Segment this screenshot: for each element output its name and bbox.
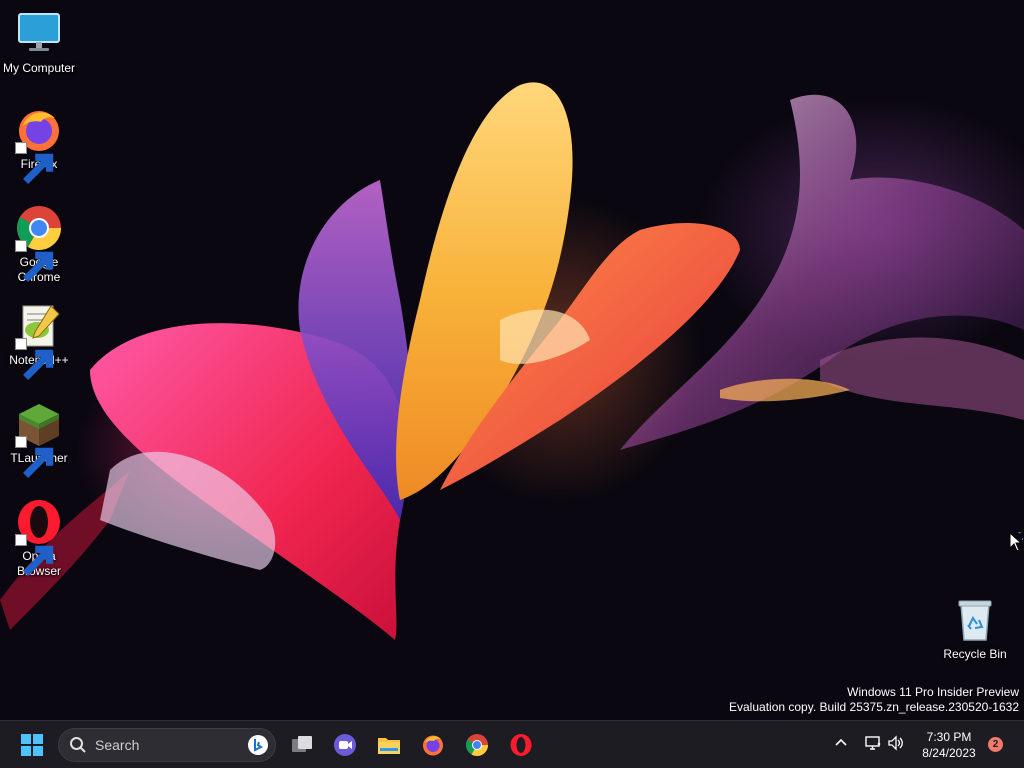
taskbar-clock[interactable]: 7:30 PM 8/24/2023: [912, 729, 986, 761]
shortcut-arrow-icon: [15, 534, 54, 576]
recycle-bin-icon: [951, 596, 999, 644]
watermark-line-2: Evaluation copy. Build 25375.zn_release.…: [729, 700, 1019, 714]
chrome-icon: [466, 734, 488, 756]
shortcut-arrow-icon: [15, 142, 54, 184]
opera-icon: [15, 498, 63, 576]
firefox-icon: [15, 106, 63, 184]
watermark-line-1: Windows 11 Pro Insider Preview: [847, 685, 1019, 699]
chrome-icon: [15, 204, 63, 282]
network-icon[interactable]: [864, 734, 882, 752]
desktop[interactable]: My Computer Firefox Google Chrome Notepa…: [0, 0, 1024, 720]
grass-block-icon: [15, 400, 63, 478]
opera-icon: [510, 734, 532, 756]
chevron-up-icon[interactable]: [833, 734, 849, 750]
start-icon: [21, 734, 43, 756]
firefox-icon: [423, 735, 443, 756]
mouse-cursor-icon: [1009, 532, 1023, 552]
desktop-icon-notepadpp[interactable]: Notepad++: [1, 302, 77, 380]
shortcut-arrow-icon: [15, 240, 54, 282]
taskbar: Search 7:30 PM 8/24/2023 2: [0, 720, 1024, 768]
file-explorer-icon: [378, 738, 400, 754]
task-view-button[interactable]: [288, 731, 316, 759]
shortcut-arrow-icon: [15, 338, 54, 380]
search-placeholder: Search: [95, 737, 140, 753]
desktop-icon-opera-browser[interactable]: Opera Browser: [1, 498, 77, 579]
meet-button[interactable]: [331, 731, 359, 759]
bing-icon[interactable]: [247, 734, 269, 756]
desktop-icon-recycle-bin[interactable]: Recycle Bin: [937, 596, 1013, 662]
monitor-icon: [15, 10, 63, 58]
clock-date: 8/24/2023: [922, 746, 976, 760]
task-view-icon: [292, 736, 312, 752]
desktop-icon-my-computer[interactable]: My Computer: [1, 10, 77, 76]
wallpaper: [0, 82, 1024, 640]
taskbar-opera-button[interactable]: [507, 731, 535, 759]
taskbar-chrome-button[interactable]: [463, 731, 491, 759]
start-button[interactable]: [18, 731, 46, 759]
search-icon: [70, 737, 86, 753]
file-explorer-button[interactable]: [375, 731, 403, 759]
os-watermark: Windows 11 Pro Insider Preview Evaluatio…: [729, 685, 1019, 715]
notepadpp-icon: [15, 302, 63, 380]
desktop-icon-label: My Computer: [2, 61, 76, 75]
volume-icon[interactable]: [887, 734, 905, 752]
taskbar-firefox-button[interactable]: [419, 731, 447, 759]
shortcut-arrow-icon: [15, 436, 54, 478]
desktop-icon-tlauncher[interactable]: TLauncher: [1, 400, 77, 478]
desktop-icon-label: Recycle Bin: [943, 647, 1007, 661]
desktop-icon-google-chrome[interactable]: Google Chrome: [1, 204, 77, 285]
meet-icon: [334, 734, 356, 756]
desktop-icon-firefox[interactable]: Firefox: [1, 106, 77, 184]
clock-time: 7:30 PM: [926, 730, 972, 744]
taskbar-search-box[interactable]: Search: [58, 728, 276, 762]
notification-badge[interactable]: 2: [988, 737, 1003, 752]
